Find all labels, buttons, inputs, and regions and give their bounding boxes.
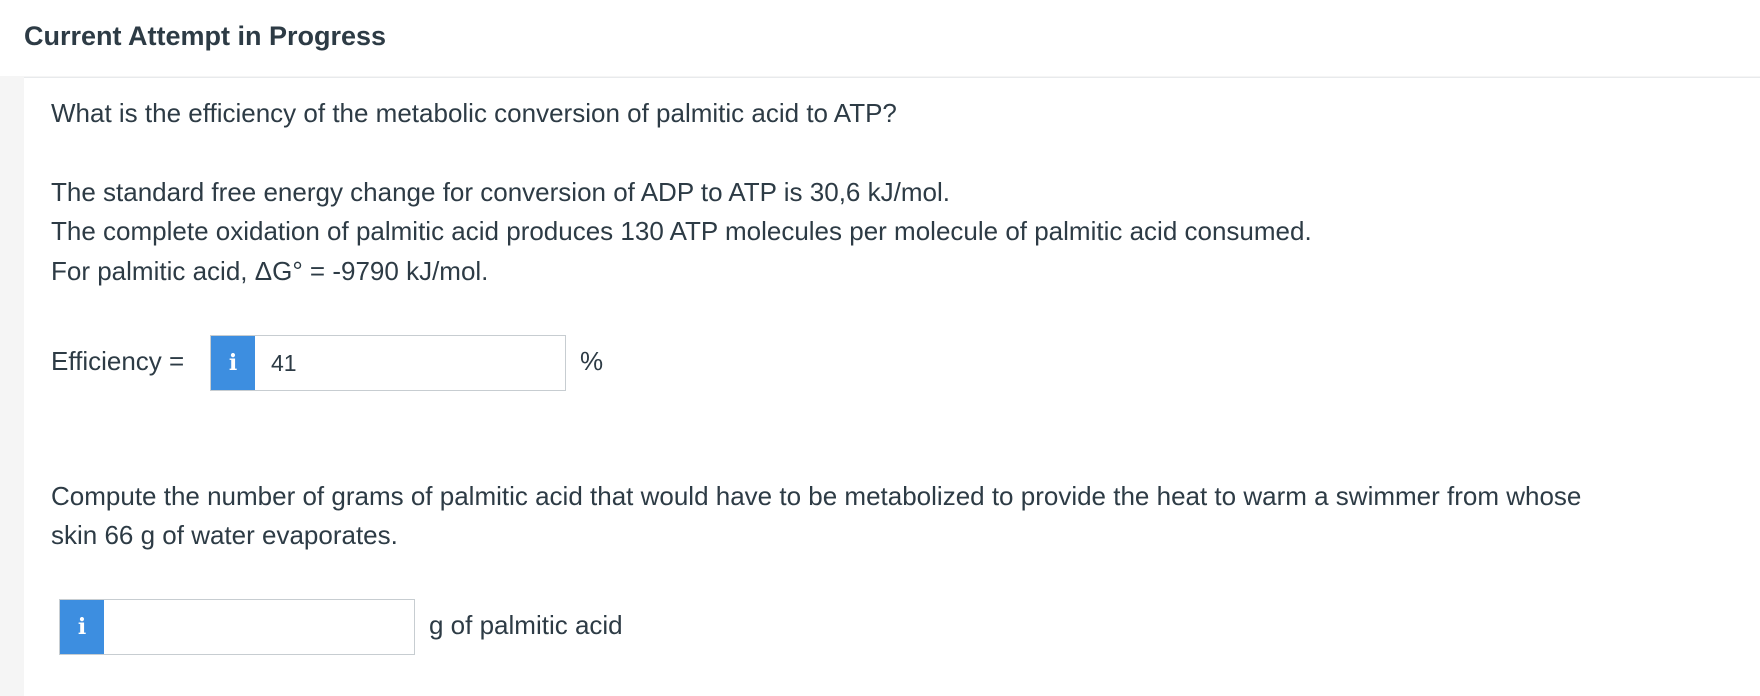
info-icon[interactable]: i (60, 600, 104, 654)
efficiency-unit: % (580, 346, 604, 376)
info-icon[interactable]: i (211, 336, 255, 390)
header: Current Attempt in Progress (0, 0, 1760, 76)
question-prompt: What is the efficiency of the metabolic … (51, 98, 897, 128)
page: Current Attempt in Progress What is the … (0, 0, 1760, 696)
efficiency-input[interactable] (255, 336, 565, 390)
grams-answer-box: i (59, 599, 415, 655)
question2-line-1: Compute the number of grams of palmitic … (51, 481, 1582, 511)
efficiency-answer-box: i (210, 335, 566, 391)
page-title: Current Attempt in Progress (24, 21, 387, 51)
fact-line-1: The standard free energy change for conv… (51, 177, 950, 207)
fact-line-3: For palmitic acid, ΔG° = -9790 kJ/mol. (51, 256, 489, 286)
question2-line-2: skin 66 g of water evaporates. (51, 520, 398, 550)
question-panel: What is the efficiency of the metabolic … (24, 77, 1760, 696)
efficiency-label: Efficiency = (51, 346, 185, 376)
grams-input[interactable] (104, 600, 414, 654)
fact-line-2: The complete oxidation of palmitic acid … (51, 216, 1312, 246)
grams-unit: g of palmitic acid (429, 610, 623, 640)
